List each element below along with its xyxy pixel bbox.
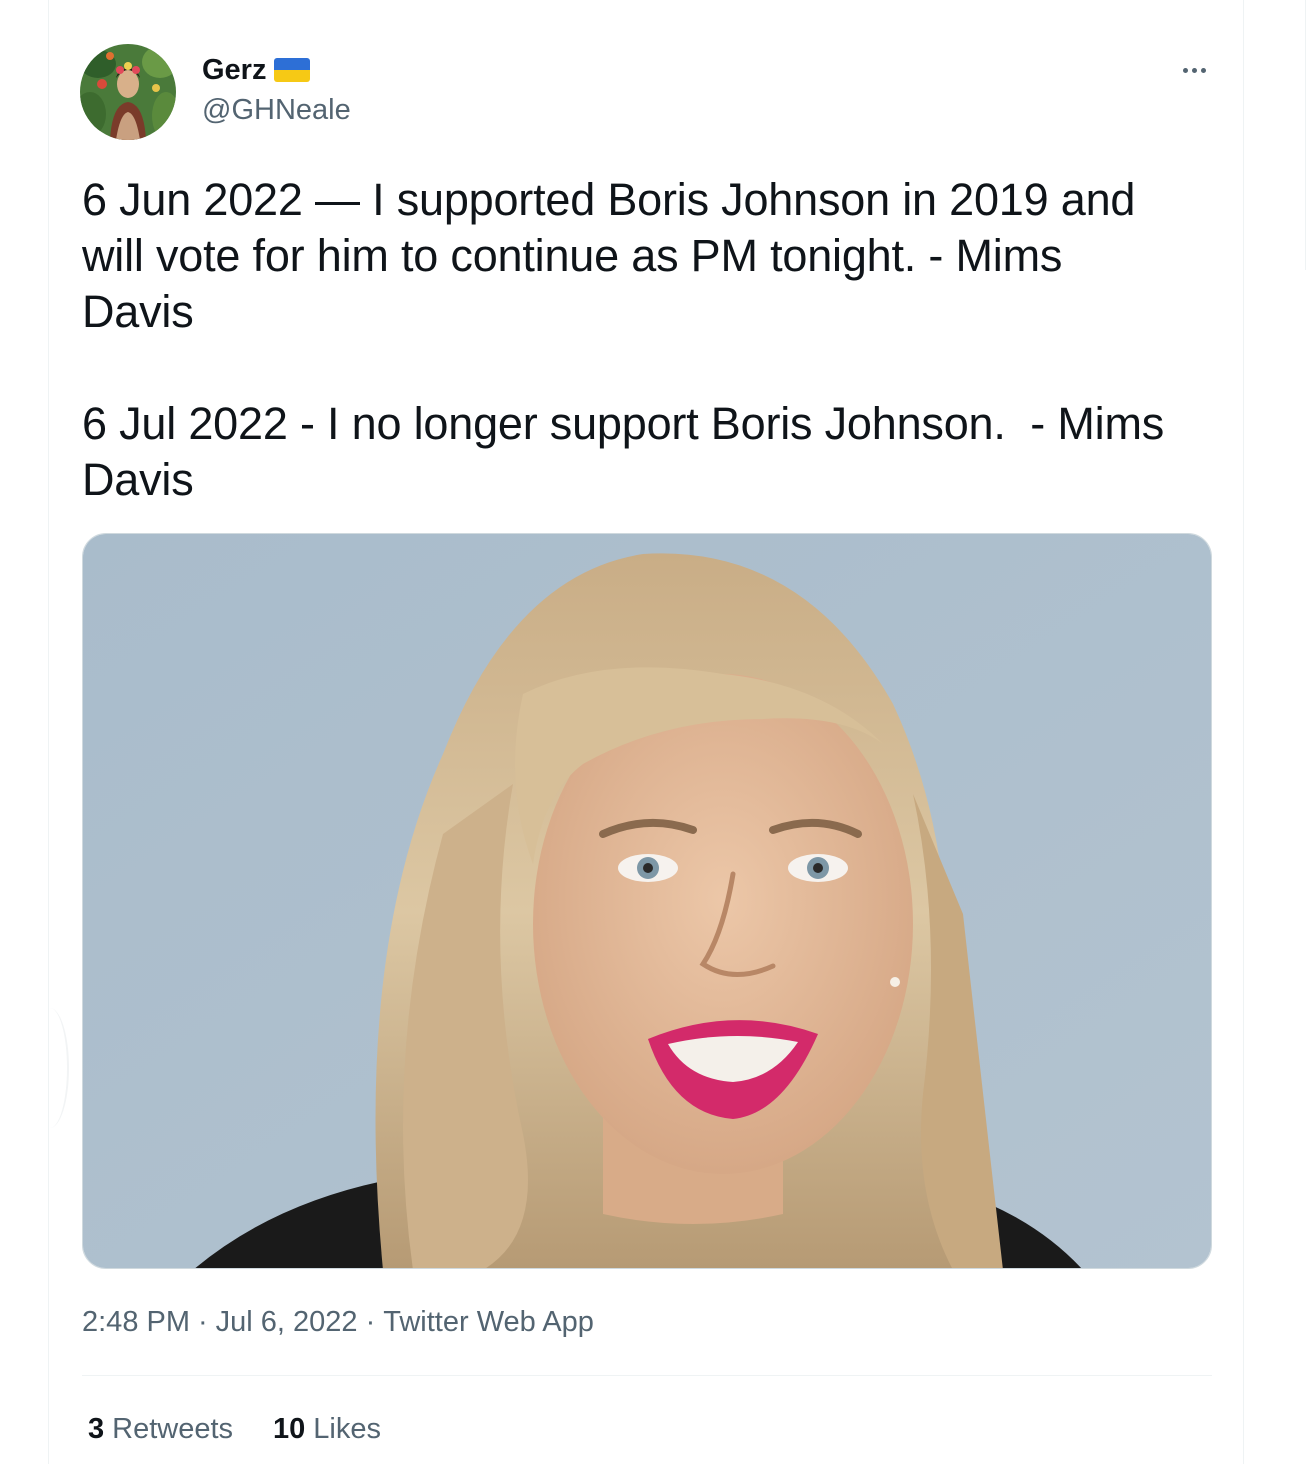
likes-stat[interactable]: 10 Likes: [273, 1410, 381, 1448]
author-display-name[interactable]: Gerz: [202, 52, 266, 88]
likes-label: Likes: [313, 1413, 381, 1445]
retweets-count: 3: [88, 1413, 105, 1445]
tweet-text: 6 Jun 2022 — I supported Boris Johnson i…: [82, 174, 1165, 505]
retweets-label: Retweets: [112, 1413, 234, 1445]
retweets-stat[interactable]: 3 Retweets: [88, 1410, 233, 1448]
decorative-arc: [31, 1008, 69, 1128]
more-dots-icon: [1182, 67, 1206, 73]
tweet-date[interactable]: Jul 6, 2022: [216, 1303, 358, 1341]
avatar-image: [80, 44, 176, 140]
author-name-row[interactable]: Gerz: [202, 52, 311, 88]
meta-separator: ·: [365, 1306, 376, 1338]
author-handle[interactable]: @GHNeale: [202, 92, 351, 128]
likes-count: 10: [273, 1413, 306, 1445]
more-options-button[interactable]: [1166, 50, 1222, 90]
tweet-time[interactable]: 2:48 PM: [82, 1303, 190, 1341]
divider: [82, 1375, 1212, 1376]
avatar[interactable]: [80, 44, 176, 140]
tweet-photo-image: [83, 534, 1211, 1268]
tweet-photo[interactable]: [82, 533, 1212, 1269]
tweet-meta: 2:48 PM · Jul 6, 2022 · Twitter Web App: [82, 1303, 594, 1341]
scrollbar[interactable]: [1305, 0, 1310, 270]
meta-separator: ·: [198, 1306, 208, 1338]
tweet-stats: 3 Retweets 10 Likes: [88, 1410, 381, 1448]
ukraine-flag-icon: [274, 58, 311, 82]
page: Gerz @GHNeale 6 Jun 2022 — I supported B…: [0, 0, 1310, 1464]
tweet-source[interactable]: Twitter Web App: [383, 1303, 594, 1341]
